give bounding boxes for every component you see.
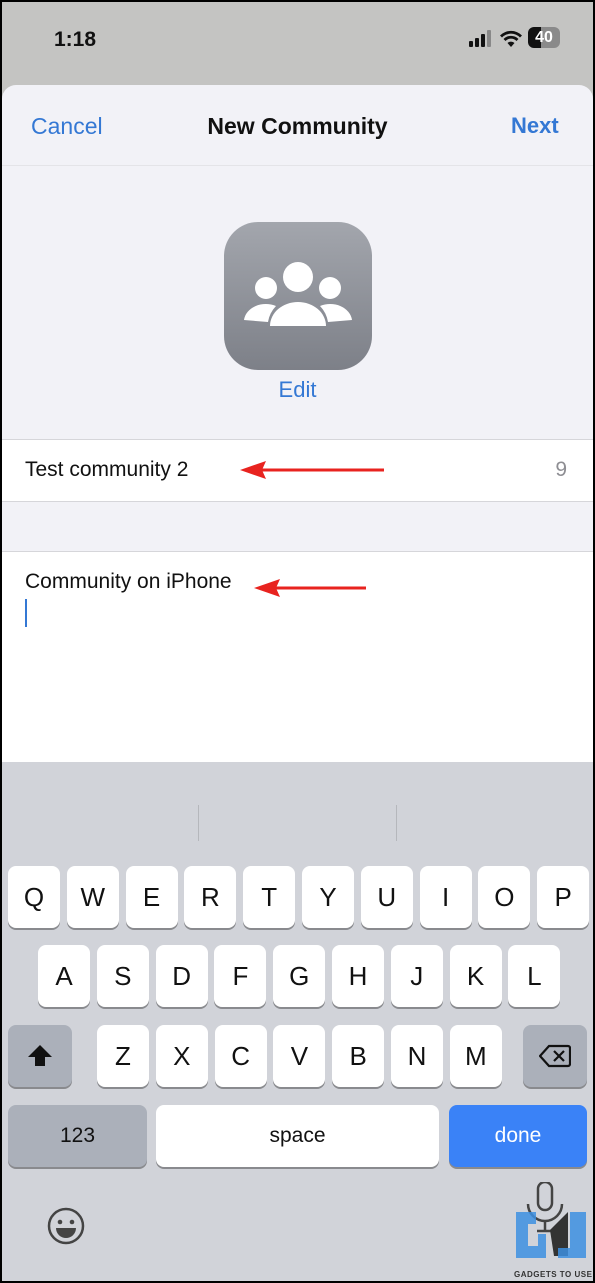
key-z[interactable]: Z — [97, 1025, 149, 1087]
key-e[interactable]: E — [125, 866, 178, 928]
key-d[interactable]: D — [155, 945, 208, 1007]
key-h[interactable]: H — [332, 945, 384, 1007]
edit-avatar-button[interactable]: Edit — [2, 377, 593, 403]
microphone-icon[interactable] — [514, 1180, 589, 1277]
next-button[interactable]: Next — [511, 113, 559, 139]
people-group-icon — [244, 262, 352, 326]
wifi-icon — [499, 28, 523, 53]
key-l[interactable]: L — [508, 945, 561, 1007]
watermark-text: GADGETS TO USE — [514, 1270, 593, 1279]
key-o[interactable]: O — [478, 866, 531, 928]
done-key[interactable]: done — [449, 1105, 587, 1167]
emoji-icon[interactable] — [46, 1206, 86, 1251]
red-arrow-annotation — [240, 461, 384, 479]
key-r[interactable]: R — [184, 866, 237, 928]
red-arrow-annotation — [254, 579, 366, 597]
community-name-input[interactable]: Test community 2 9 — [2, 439, 593, 502]
new-community-sheet: Cancel New Community Next Edit Test comm… — [2, 85, 593, 1281]
watermark-logo: GADGETS TO USE — [514, 1180, 593, 1279]
signal-icon — [469, 30, 493, 52]
key-c[interactable]: C — [214, 1025, 267, 1087]
key-v[interactable]: V — [273, 1025, 326, 1087]
cancel-button[interactable]: Cancel — [31, 113, 103, 140]
key-f[interactable]: F — [214, 945, 267, 1007]
suggestion-divider — [198, 805, 199, 841]
key-u[interactable]: U — [360, 866, 413, 928]
suggestion-divider — [396, 805, 397, 841]
shift-key[interactable] — [8, 1025, 72, 1087]
key-y[interactable]: Y — [302, 866, 354, 928]
keyboard: QWERTYUIOP ASDFGHJKL ZXCVBNM 123 space don… — [2, 762, 593, 1281]
key-i[interactable]: I — [419, 866, 472, 928]
community-description-input[interactable]: Community on iPhone — [2, 551, 593, 764]
key-a[interactable]: A — [38, 945, 90, 1007]
key-b[interactable]: B — [332, 1025, 385, 1087]
divider — [2, 165, 593, 166]
key-m[interactable]: M — [449, 1025, 502, 1087]
key-n[interactable]: N — [391, 1025, 443, 1087]
key-x[interactable]: X — [155, 1025, 208, 1087]
character-counter: 9 — [555, 458, 567, 481]
key-j[interactable]: J — [390, 945, 443, 1007]
space-key[interactable]: space — [156, 1105, 439, 1167]
key-k[interactable]: K — [449, 945, 502, 1007]
numbers-key[interactable]: 123 — [8, 1105, 147, 1167]
community-avatar[interactable] — [224, 222, 372, 370]
shift-arrow-icon — [28, 1045, 52, 1066]
key-q[interactable]: Q — [8, 866, 60, 928]
key-p[interactable]: P — [537, 866, 590, 928]
text-cursor — [25, 599, 27, 627]
battery-indicator: 40 — [528, 27, 560, 48]
key-g[interactable]: G — [273, 945, 326, 1007]
name-value: Test community 2 — [25, 458, 189, 481]
backspace-key[interactable] — [523, 1025, 587, 1087]
key-w[interactable]: W — [66, 866, 119, 928]
key-t[interactable]: T — [243, 866, 296, 928]
key-s[interactable]: S — [96, 945, 149, 1007]
backspace-icon — [539, 1044, 571, 1068]
description-value: Community on iPhone — [25, 570, 232, 593]
screen: 1:18 40 Cancel New Community Next Edit T… — [2, 2, 593, 1281]
status-time: 1:18 — [54, 28, 97, 51]
